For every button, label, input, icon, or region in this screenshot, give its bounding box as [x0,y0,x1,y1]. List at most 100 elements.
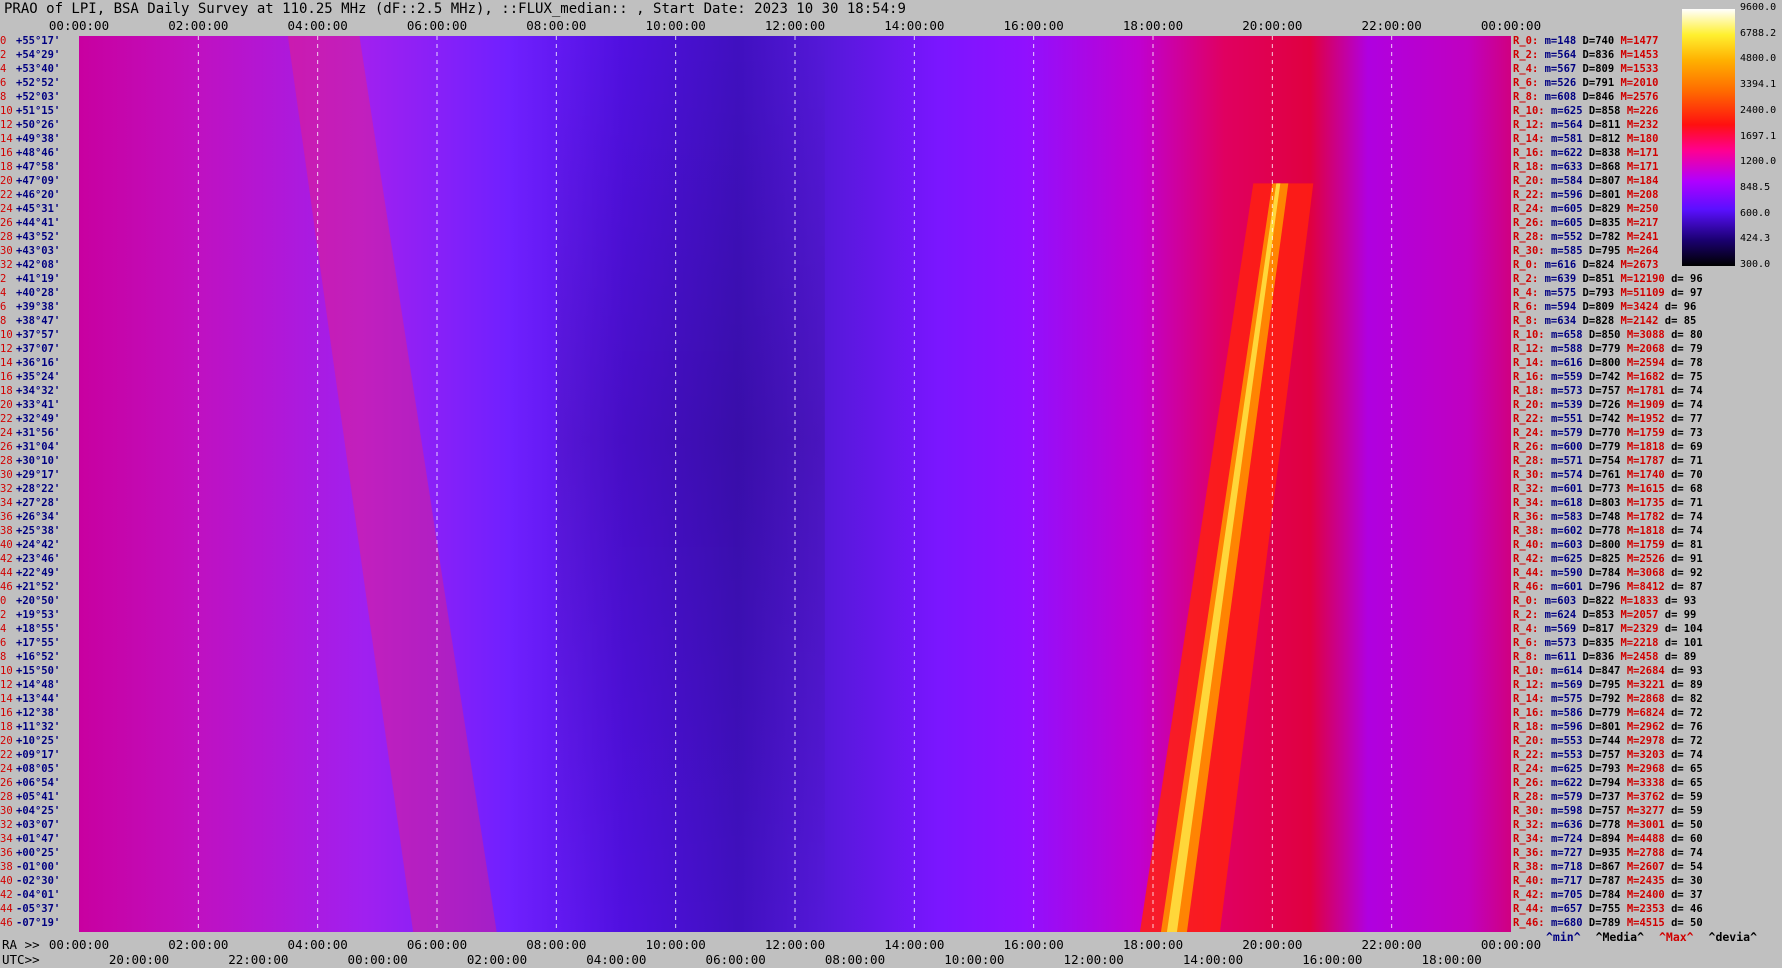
top-tick-label: 02:00:00 [168,18,229,33]
ra-tick-label: 00:00:00 [1480,937,1542,952]
colorbar-tick-label: 9600.0 [1740,2,1777,13]
row-stat: R_8: m=608 D=846 M=2576 [1513,91,1659,103]
row-stat: R_42: m=705 D=784 M=2400 d= 37 [1513,889,1703,901]
row-stat: R_8: m=634 D=828 M=2142 d= 85 [1513,315,1697,327]
dec-label: 34 +01°47' [0,833,61,845]
dec-label: 18 +47°58' [0,161,61,173]
row-stat: R_28: m=552 D=782 M=241 [1513,231,1659,243]
dec-label: 30 +43°03' [0,245,61,257]
row-stat: R_4: m=567 D=809 M=1533 [1513,63,1659,75]
row-stat: R_2: m=564 D=836 M=1453 [1513,49,1659,61]
dec-label: 6 +17°55' [0,637,61,649]
row-stat: R_14: m=581 D=812 M=180 [1513,133,1659,145]
chart-title: PRAO of LPI, BSA Daily Survey at 110.25 … [4,1,906,17]
dec-label: 0 +20°50' [0,595,61,607]
top-tick-label: 10:00:00 [645,18,706,33]
dec-label: 36 +00°25' [0,847,61,859]
ra-tick-label: 04:00:00 [287,937,348,952]
row-stat: R_24: m=625 D=793 M=2968 d= 65 [1513,763,1703,775]
row-stat: R_20: m=584 D=807 M=184 [1513,175,1659,187]
dec-label: 24 +31°56' [0,427,61,439]
utc-tick-label: 16:00:00 [1302,952,1363,967]
dec-label: 26 +44°41' [0,217,61,229]
dec-label: 12 +37°07' [0,343,61,355]
row-stat: R_12: m=588 D=779 M=2068 d= 79 [1513,343,1703,355]
top-tick-label: 22:00:00 [1361,18,1422,33]
dec-label: 10 +51°15' [0,105,61,117]
row-stat: R_32: m=636 D=778 M=3001 d= 50 [1513,819,1703,831]
row-stat: R_30: m=598 D=757 M=3277 d= 59 [1513,805,1703,817]
row-stat: R_38: m=718 D=867 M=2607 d= 54 [1513,861,1703,873]
row-stat: R_6: m=594 D=809 M=3424 d= 96 [1513,301,1697,313]
dec-label: 2 +54°29' [0,49,61,61]
legend-max: ^Max^ [1658,930,1694,944]
row-stat: R_2: m=639 D=851 M=12190 d= 96 [1513,273,1703,285]
row-stat: R_38: m=602 D=778 M=1818 d= 74 [1513,525,1703,537]
row-stat: R_18: m=573 D=757 M=1781 d= 74 [1513,385,1703,397]
dec-label: 30 +29°17' [0,469,61,481]
dec-label: 38 +25°38' [0,525,61,537]
colorbar-tick-label: 600.0 [1740,207,1771,219]
row-stat: R_14: m=616 D=800 M=2594 d= 78 [1513,357,1703,369]
top-tick-label: 08:00:00 [526,18,587,33]
row-stat: R_30: m=585 D=795 M=264 [1513,245,1659,257]
colorbar-tick-label: 3394.1 [1740,79,1777,91]
dec-label: 22 +46°20' [0,189,61,201]
dec-label: 32 +03°07' [0,819,61,831]
row-stat: R_34: m=724 D=894 M=4488 d= 60 [1513,833,1703,845]
ra-tick-label: 00:00:00 [48,937,110,952]
ra-tick-label: 08:00:00 [526,937,587,952]
row-stat: R_26: m=622 D=794 M=3338 d= 65 [1513,777,1703,789]
utc-tick-label: 06:00:00 [705,952,766,967]
dec-label: 6 +39°38' [0,301,61,313]
colorbar-tick-label: 2400.0 [1740,104,1777,116]
ra-tick-label: 18:00:00 [1122,937,1184,952]
row-stat: R_20: m=539 D=726 M=1909 d= 74 [1513,399,1703,411]
ra-tick-label: 22:00:00 [1361,937,1422,952]
dec-label: 16 +48°46' [0,147,61,159]
colorbar-tick-label: 4800.0 [1740,53,1777,65]
row-stat: R_36: m=583 D=748 M=1782 d= 74 [1513,511,1703,523]
row-stat: R_4: m=569 D=817 M=2329 d= 104 [1513,623,1703,635]
dec-label: 4 +18°55' [0,623,61,635]
top-tick-label: 16:00:00 [1003,18,1064,33]
row-stat: R_22: m=596 D=801 M=208 [1513,189,1659,201]
row-stat: R_12: m=569 D=795 M=3221 d= 89 [1513,679,1703,691]
dec-label: 24 +08°05' [0,763,61,775]
colorbar-gradient [1682,9,1735,266]
dec-label: 40 -02°30' [0,875,61,887]
legend-media: ^Media^ [1595,930,1645,944]
colorbar-tick-label: 300.0 [1740,259,1771,270]
row-stat: R_42: m=625 D=825 M=2526 d= 91 [1513,553,1703,565]
row-stat: R_46: m=680 D=789 M=4515 d= 50 [1513,917,1703,929]
dec-label: 8 +16°52' [0,651,61,663]
row-stat: R_26: m=605 D=835 M=217 [1513,217,1659,229]
row-stat: R_34: m=618 D=803 M=1735 d= 71 [1513,497,1703,509]
colorbar [1682,9,1735,266]
dec-label: 18 +34°32' [0,385,61,397]
utc-tick-label: 04:00:00 [586,952,647,967]
dec-label: 44 -05°37' [0,903,61,915]
dec-label: 22 +32°49' [0,413,61,425]
dec-label: 28 +05°41' [0,791,61,803]
row-stat: R_24: m=605 D=829 M=250 [1513,203,1659,215]
row-stat: R_28: m=571 D=754 M=1787 d= 71 [1513,455,1703,467]
dec-label: 22 +09°17' [0,749,61,761]
row-stat: R_14: m=575 D=792 M=2868 d= 82 [1513,693,1703,705]
row-stat: R_40: m=717 D=787 M=2435 d= 30 [1513,875,1703,887]
dec-label: 44 +22°49' [0,567,61,579]
top-tick-label: 00:00:00 [48,18,110,33]
dec-label: 20 +10°25' [0,735,61,747]
top-tick-label: 06:00:00 [406,18,468,33]
row-stat: R_4: m=575 D=793 M=51109 d= 97 [1513,287,1703,299]
row-stat: R_46: m=601 D=796 M=8412 d= 87 [1513,581,1703,593]
dec-label: 8 +38°47' [0,315,61,327]
utc-tick-label: 10:00:00 [944,952,1005,967]
top-tick-label: 20:00:00 [1242,18,1303,33]
utc-tick-label: 22:00:00 [228,952,289,967]
dec-label: 26 +31°04' [0,441,61,453]
row-stat: R_6: m=573 D=835 M=2218 d= 101 [1513,637,1703,649]
dec-label: 30 +04°25' [0,805,61,817]
dec-label: 6 +52°52' [0,77,61,89]
row-stat: R_16: m=622 D=838 M=171 [1513,147,1659,159]
